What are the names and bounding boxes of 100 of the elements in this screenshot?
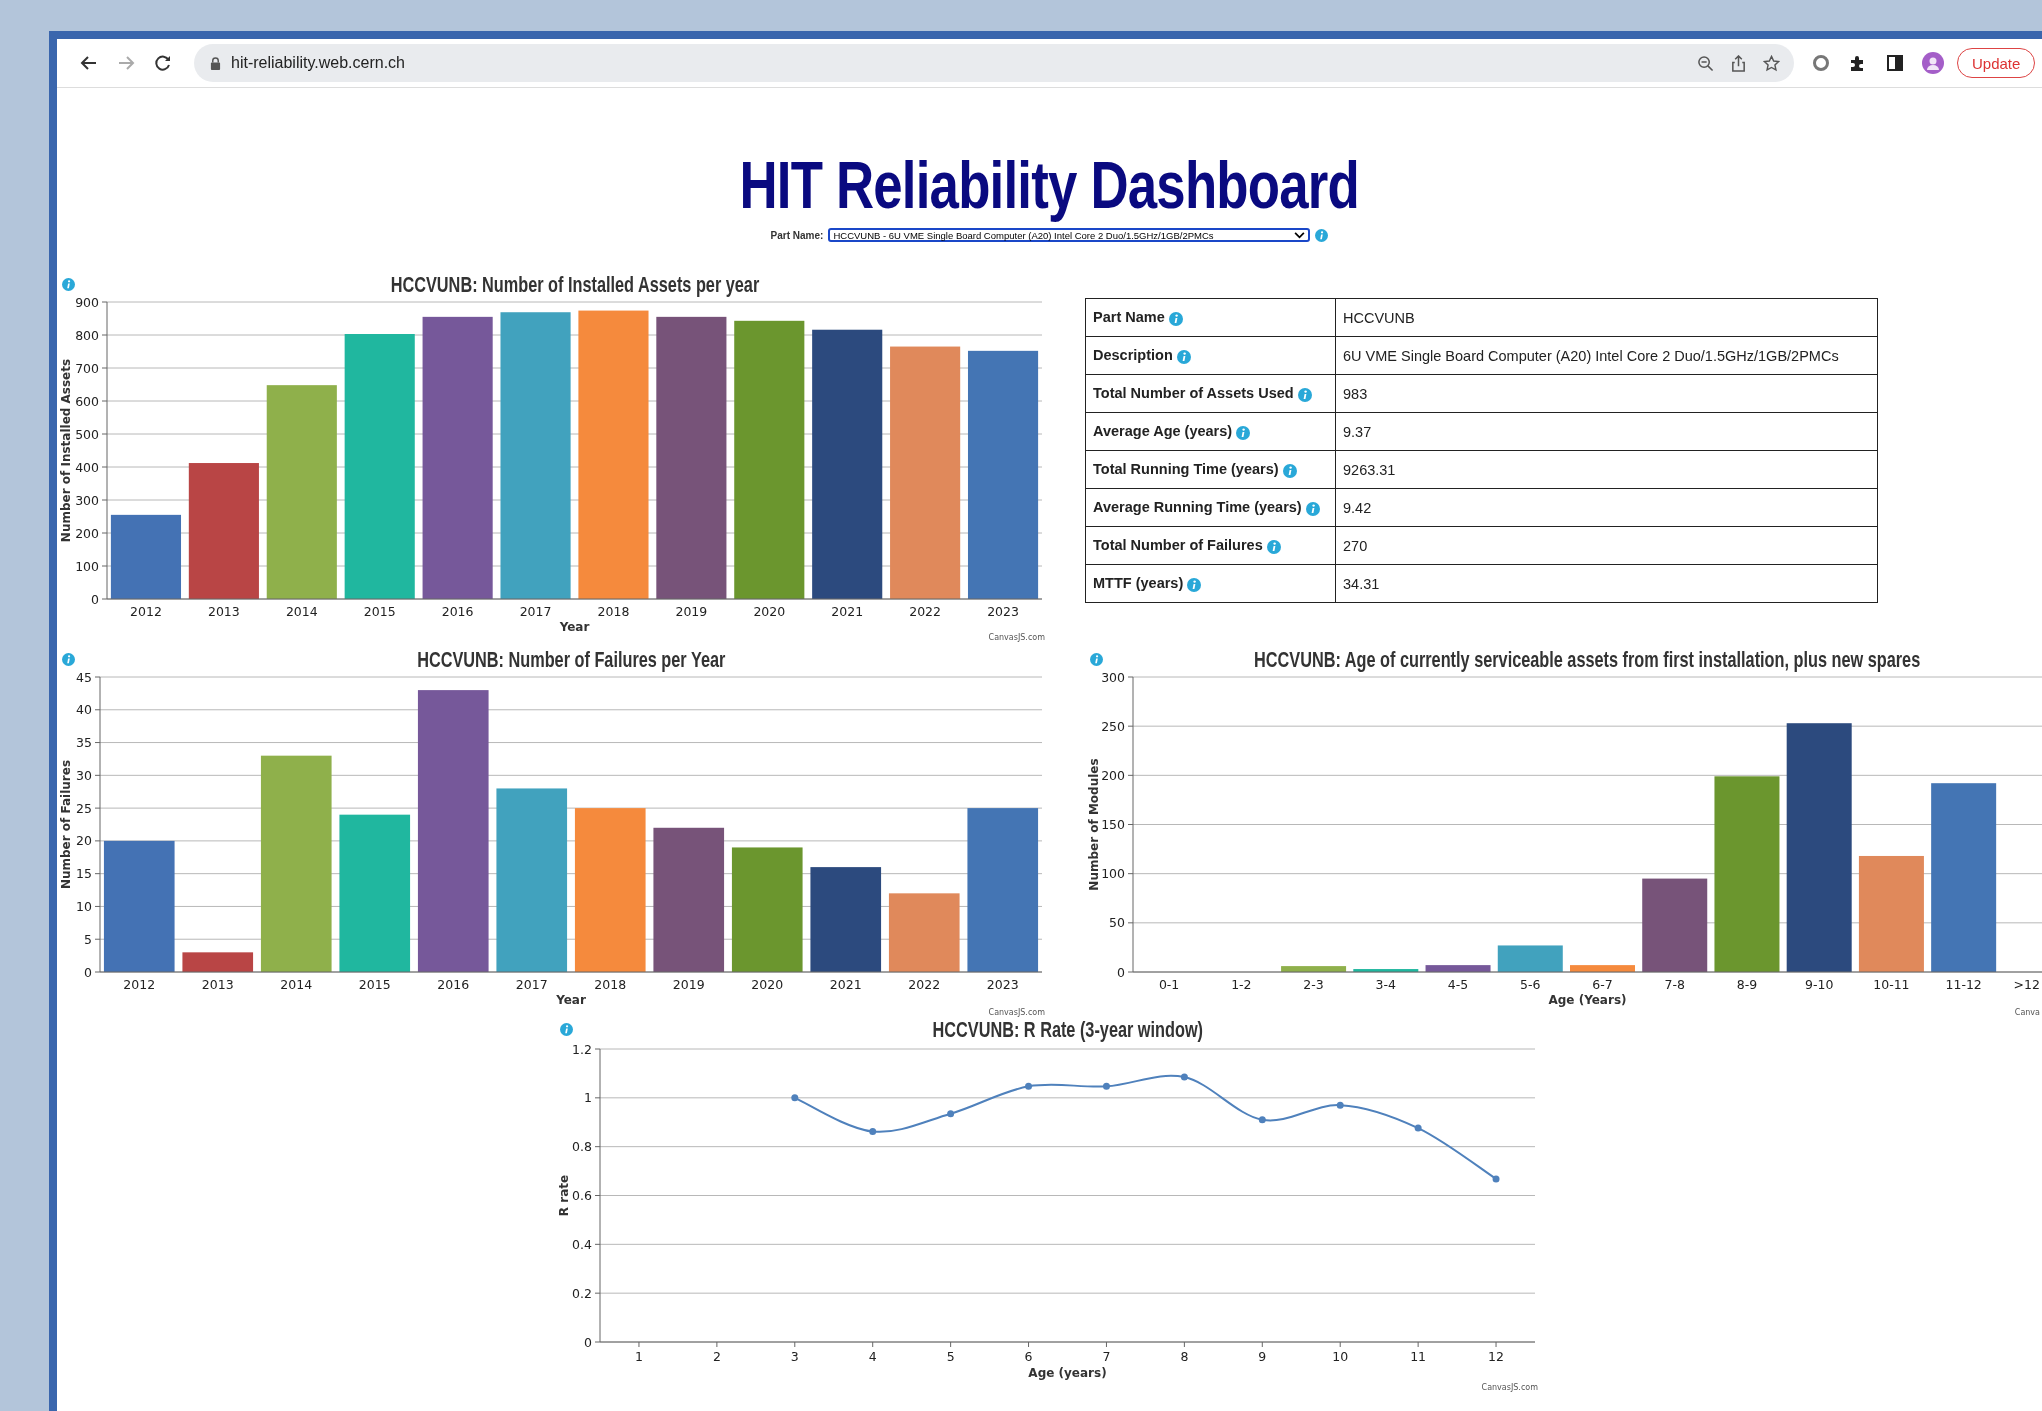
x-tick-label: 2 — [712, 1349, 721, 1364]
info-icon[interactable] — [1187, 577, 1202, 592]
y-tick-label: 400 — [75, 459, 99, 475]
table-label-cell: Part Name — [1085, 298, 1336, 337]
data-point — [1336, 1101, 1344, 1109]
bar — [1353, 969, 1419, 972]
y-tick-label: 0 — [91, 591, 99, 607]
y-tick-label: 150 — [1101, 817, 1125, 832]
update-button[interactable]: Update — [1957, 48, 2036, 78]
x-tick-label: 2021 — [831, 604, 864, 619]
profile-avatar[interactable] — [1922, 52, 1944, 74]
x-tick-label: 2016 — [437, 977, 470, 992]
sidebar-icon[interactable] — [1885, 53, 1905, 73]
data-point — [1025, 1082, 1033, 1090]
x-tick-label: 11-12 — [1945, 977, 1982, 992]
part-select[interactable]: HCCVUNB - 6U VME Single Board Computer (A20) Intel Core 2 Duo/1.5GHz/1GB/2PMCs — [828, 228, 1311, 242]
y-tick-label: 250 — [1101, 718, 1125, 734]
chart-credit[interactable]: CanvasJS.com — [1481, 1383, 1538, 1392]
x-tick-label: 2017 — [515, 977, 548, 992]
y-tick-label: 0.2 — [572, 1285, 592, 1301]
x-tick-label: 2023 — [986, 977, 1019, 992]
x-tick-label: 3 — [790, 1349, 799, 1364]
x-tick-label: 10-11 — [1873, 977, 1910, 992]
info-icon[interactable] — [1266, 539, 1281, 554]
x-tick-label: 7-8 — [1664, 977, 1685, 992]
x-tick-label: 2018 — [594, 977, 627, 992]
bar — [1497, 945, 1563, 972]
x-tick-label: 2015 — [358, 977, 391, 992]
y-tick-label: 0 — [84, 964, 92, 980]
y-tick-label: 45 — [76, 672, 92, 685]
x-tick-label: 2018 — [597, 604, 630, 619]
x-tick-label: 4-5 — [1447, 977, 1469, 992]
x-tick-label: 2012 — [123, 977, 156, 992]
url-text: hit-reliability.web.cern.ch — [231, 54, 405, 72]
table-cell: HCCVUNB — [1335, 298, 1878, 337]
y-tick-label: 300 — [1101, 672, 1125, 685]
info-icon[interactable] — [1297, 387, 1312, 402]
info-icon[interactable] — [1282, 463, 1297, 478]
circle-icon[interactable] — [1811, 53, 1831, 73]
y-tick-label: 5 — [84, 931, 92, 947]
chart-title: HCCVUNB: Number of Installed Assets per year — [390, 271, 759, 298]
info-icon[interactable] — [560, 1023, 573, 1036]
info-icon[interactable] — [1236, 425, 1251, 440]
x-tick-label: 2014 — [280, 977, 313, 992]
table-label-cell: Total Running Time (years) — [1085, 450, 1336, 489]
info-icon[interactable] — [1176, 349, 1191, 364]
x-tick-label: 8 — [1180, 1349, 1189, 1364]
y-tick-label: 20 — [76, 833, 92, 849]
y-tick-label: 15 — [76, 866, 92, 882]
table-label-cell: Total Number of Assets Used — [1085, 374, 1336, 413]
info-icon[interactable] — [1315, 228, 1329, 242]
table-label-cell: Description — [1085, 336, 1336, 375]
x-tick-label: 2019 — [675, 604, 708, 619]
x-tick-label: 9-10 — [1805, 977, 1834, 992]
y-axis-title: Number of Modules — [1087, 758, 1101, 891]
address-bar[interactable]: hit-reliability.web.cern.ch — [194, 44, 1794, 82]
y-axis-title: Number of Failures — [59, 759, 73, 890]
y-tick-label: 0.6 — [572, 1188, 592, 1203]
x-tick-label: 2022 — [909, 604, 942, 619]
x-tick-label: 2021 — [829, 977, 862, 992]
y-tick-label: 500 — [75, 426, 99, 442]
y-tick-label: 35 — [76, 735, 92, 751]
info-icon[interactable] — [1090, 653, 1103, 666]
table-cell: 9.42 — [1335, 488, 1878, 527]
info-icon[interactable] — [1305, 501, 1320, 516]
star-icon[interactable] — [1763, 54, 1780, 72]
x-axis-title: Age (years) — [1028, 1366, 1107, 1380]
table-cell: 270 — [1335, 526, 1878, 565]
data-point — [947, 1110, 955, 1118]
info-icon[interactable] — [62, 278, 75, 291]
chart-credit[interactable]: CanvasJS.com — [988, 1008, 1045, 1017]
bar — [1570, 965, 1635, 972]
y-axis-title: Number of Installed Assets — [59, 358, 73, 543]
x-tick-label: 4 — [868, 1349, 877, 1364]
info-icon[interactable] — [1168, 311, 1183, 326]
y-tick-label: 200 — [1101, 767, 1125, 783]
x-tick-label: 3-4 — [1375, 977, 1396, 992]
table-label-cell: Average Age (years) — [1085, 412, 1336, 451]
share-icon[interactable] — [1730, 54, 1747, 72]
info-icon[interactable] — [62, 653, 75, 666]
x-tick-label: 2-3 — [1303, 977, 1324, 992]
chart-credit[interactable]: CanvasJS.com — [988, 633, 1045, 642]
zoom-out-icon[interactable] — [1697, 54, 1714, 72]
reload-icon[interactable] — [153, 53, 173, 73]
table-cell: 6U VME Single Board Computer (A20) Intel Core 2 Duo/1.5GHz/1GB/2PMCs — [1335, 336, 1878, 375]
x-tick-label: 5 — [946, 1349, 955, 1364]
chart-title: HCCVUNB: Age of currently serviceable assets from first installation, plus new spares — [1254, 646, 1921, 673]
x-tick-label: 6-7 — [1592, 977, 1613, 992]
y-tick-label: 0.8 — [572, 1139, 592, 1155]
y-axis-title: R rate — [557, 1174, 571, 1217]
data-point — [869, 1128, 877, 1136]
data-point — [1492, 1175, 1500, 1183]
bar — [1425, 965, 1491, 972]
data-point — [1258, 1116, 1266, 1124]
x-tick-label: 9 — [1258, 1349, 1267, 1364]
x-tick-label: 2014 — [285, 604, 318, 619]
bar — [182, 952, 254, 972]
chart-credit[interactable]: Canva — [2014, 1008, 2040, 1017]
part-name-label: Part Name: — [770, 229, 824, 241]
x-tick-label: 12 — [1488, 1349, 1504, 1364]
